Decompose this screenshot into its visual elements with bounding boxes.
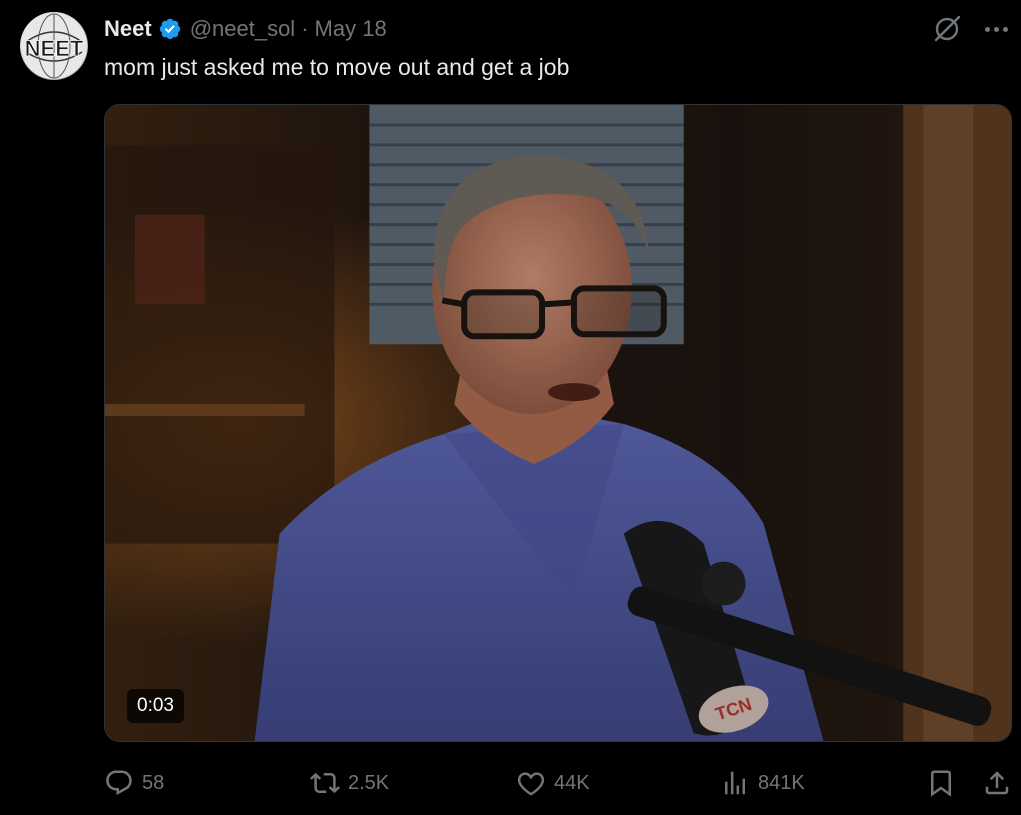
bookmark-button[interactable] bbox=[926, 760, 956, 806]
tweet-actions: 58 2.5K 44K 841K bbox=[0, 760, 1021, 806]
tweet-date[interactable]: May 18 bbox=[315, 16, 387, 42]
avatar-logo: NEET bbox=[21, 13, 87, 79]
video-frame: TCN bbox=[105, 105, 1011, 741]
share-icon bbox=[982, 768, 1012, 798]
video-timestamp: 0:03 bbox=[127, 689, 184, 723]
repost-icon bbox=[310, 768, 340, 798]
tweet-header: Neet @neet_sol · May 18 bbox=[104, 14, 387, 44]
avatar-text: NEET bbox=[25, 36, 84, 61]
tweet-text: mom just asked me to move out and get a … bbox=[104, 54, 570, 80]
repost-button[interactable]: 2.5K bbox=[310, 760, 389, 806]
like-count: 44K bbox=[554, 771, 590, 794]
views-button[interactable]: 841K bbox=[720, 760, 805, 806]
video-player[interactable]: TCN bbox=[104, 104, 1012, 742]
avatar[interactable]: NEET bbox=[20, 12, 88, 80]
reply-button[interactable]: 58 bbox=[104, 760, 164, 806]
bookmark-icon bbox=[926, 768, 956, 798]
author-name[interactable]: Neet bbox=[104, 16, 152, 42]
reply-count: 58 bbox=[142, 771, 165, 794]
grok-icon[interactable] bbox=[931, 13, 963, 45]
like-icon bbox=[516, 768, 546, 798]
more-icon[interactable] bbox=[980, 14, 1012, 44]
separator-dot: · bbox=[301, 16, 309, 41]
views-icon bbox=[720, 768, 750, 798]
reply-icon bbox=[104, 768, 134, 798]
share-button[interactable] bbox=[982, 760, 1012, 806]
verified-badge-icon bbox=[159, 18, 180, 40]
author-handle[interactable]: @neet_sol bbox=[190, 16, 296, 42]
views-count: 841K bbox=[758, 771, 805, 794]
like-button[interactable]: 44K bbox=[516, 760, 590, 806]
repost-count: 2.5K bbox=[348, 771, 390, 794]
